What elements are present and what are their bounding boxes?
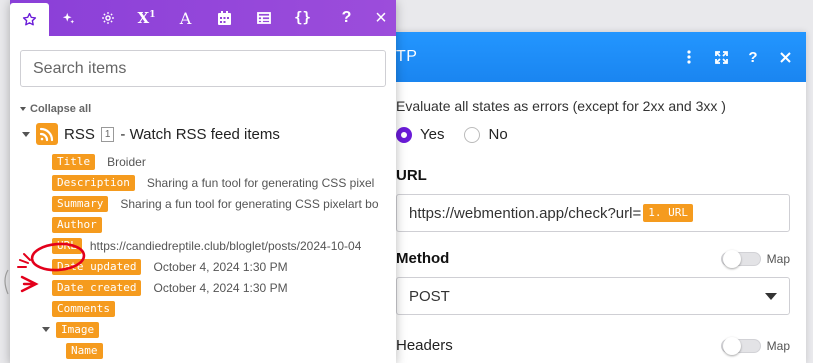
tab-json[interactable]: {}	[283, 0, 322, 36]
more-vertical-icon[interactable]	[682, 50, 696, 64]
panel-actions: ?	[682, 49, 806, 66]
radio-no-label: No	[488, 126, 508, 143]
radio-no[interactable]	[464, 126, 481, 143]
close-icon: ×	[375, 7, 387, 29]
tab-favorites[interactable]	[10, 3, 49, 36]
method-select[interactable]: POST	[396, 277, 790, 315]
text-icon: A	[179, 8, 192, 28]
expand-icon[interactable]	[714, 50, 728, 64]
rss-icon	[36, 123, 58, 145]
item-tag[interactable]: Date created	[52, 279, 142, 296]
rss-item-list: Title Broider Description Sharing a fun …	[42, 151, 386, 361]
caret-down-icon	[42, 327, 50, 332]
item-tag[interactable]: Name	[66, 342, 103, 359]
chevron-down-icon	[765, 292, 777, 300]
item-tag[interactable]: Image	[56, 321, 100, 338]
caret-down-icon	[22, 131, 30, 137]
headers-map-toggle[interactable]	[720, 336, 761, 355]
url-mapped-pill[interactable]: 1. URL	[643, 204, 693, 222]
popup-help-button[interactable]: ?	[327, 0, 366, 36]
collapse-all-label: Collapse all	[30, 103, 92, 115]
method-map-label: Map	[766, 251, 790, 266]
tab-array[interactable]	[244, 0, 283, 36]
module-header-rss[interactable]: RSS 1 - Watch RSS feed items	[22, 123, 386, 145]
module-description: - Watch RSS feed items	[120, 125, 280, 143]
help-icon: ?	[341, 9, 352, 26]
tab-math[interactable]: X1	[127, 0, 166, 36]
search-input[interactable]: Search items	[20, 50, 386, 87]
collapse-all-button[interactable]: Collapse all	[20, 103, 386, 115]
headers-label: Headers	[396, 337, 453, 354]
caret-down-icon	[20, 107, 26, 111]
list-item-url[interactable]: URL https://candiedreptile.club/bloglet/…	[52, 235, 386, 256]
tab-date[interactable]	[205, 0, 244, 36]
list-item-image-name[interactable]: Name	[66, 340, 386, 361]
item-value: Sharing a fun tool for generating CSS pi…	[146, 175, 375, 190]
calendar-icon	[218, 11, 231, 25]
module-number-badge: 1	[100, 126, 115, 142]
list-item-author[interactable]: Author	[52, 214, 386, 235]
http-module-panel: TP ? Evaluate all states as errors (exce…	[380, 32, 806, 363]
mapping-tabbar: X1 A {} ? ×	[10, 0, 396, 36]
panel-header: TP ?	[380, 32, 806, 82]
item-tag[interactable]: Date updated	[52, 258, 142, 275]
item-tag[interactable]: Comments	[52, 300, 115, 317]
radio-yes-label: Yes	[420, 126, 445, 143]
gear-icon	[101, 12, 114, 24]
method-map-toggle-wrap: Map	[720, 249, 790, 268]
list-item-date-updated[interactable]: Date updated October 4, 2024 1:30 PM	[52, 256, 386, 277]
mapping-popup: X1 A {} ? × Search items Collapse all RS…	[10, 0, 396, 363]
item-tag[interactable]: Title	[52, 153, 96, 170]
close-icon[interactable]	[778, 51, 792, 63]
headers-map-toggle-wrap: Map	[720, 336, 790, 355]
item-value: https://candiedreptile.club/bloglet/post…	[89, 238, 362, 253]
radio-yes[interactable]	[396, 126, 412, 143]
annotation-edge	[4, 269, 9, 295]
help-icon[interactable]: ?	[746, 49, 760, 66]
list-item-date-created[interactable]: Date created October 4, 2024 1:30 PM	[52, 277, 386, 298]
item-tag[interactable]: Description	[52, 174, 135, 191]
item-value: October 4, 2024 1:30 PM	[153, 259, 288, 274]
error-states-label: Evaluate all states as errors (except fo…	[396, 98, 726, 114]
popup-close-button[interactable]: ×	[366, 0, 396, 36]
item-value: Sharing a fun tool for generating CSS pi…	[120, 196, 379, 211]
list-item-description[interactable]: Description Sharing a fun tool for gener…	[52, 172, 386, 193]
method-value: POST	[409, 287, 450, 305]
url-field[interactable]: https://webmention.app/check?url= 1. URL	[396, 194, 790, 232]
headers-row: Headers Map	[396, 336, 790, 355]
list-item-title[interactable]: Title Broider	[52, 151, 386, 172]
headers-map-label: Map	[766, 338, 790, 353]
error-states-radio-group: Yes No	[396, 126, 790, 143]
item-value: October 4, 2024 1:30 PM	[153, 280, 288, 295]
module-name: RSS	[64, 125, 95, 143]
method-map-toggle[interactable]	[720, 249, 761, 268]
sparkle-icon	[62, 12, 75, 23]
url-label: URL	[396, 167, 427, 184]
tab-settings[interactable]	[88, 0, 127, 36]
item-tag[interactable]: Summary	[52, 195, 109, 212]
item-tag[interactable]: URL	[52, 237, 82, 254]
list-item-comments[interactable]: Comments	[52, 298, 386, 319]
panel-title: TP	[396, 48, 418, 65]
braces-icon: {}	[294, 10, 311, 26]
method-label: Method	[396, 250, 450, 267]
list-item-image[interactable]: Image	[42, 319, 386, 340]
superscript-icon: X1	[137, 9, 156, 27]
star-icon	[22, 12, 37, 26]
url-value: https://webmention.app/check?url=	[409, 204, 642, 222]
tab-ai[interactable]	[49, 0, 88, 36]
search-placeholder: Search items	[33, 59, 127, 77]
item-tag[interactable]: Author	[52, 216, 102, 233]
tab-text[interactable]: A	[166, 0, 205, 36]
method-row: Method Map	[396, 249, 790, 268]
item-value: Broider	[107, 154, 146, 169]
table-icon	[256, 12, 271, 24]
list-item-summary[interactable]: Summary Sharing a fun tool for generatin…	[52, 193, 386, 214]
